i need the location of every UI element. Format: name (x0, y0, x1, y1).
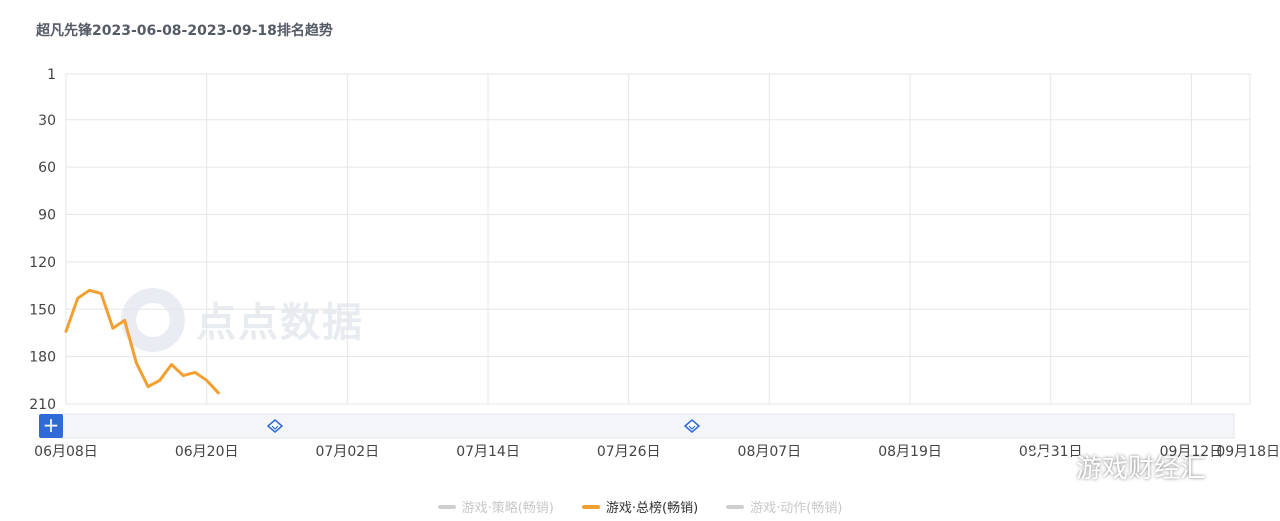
x-tick-label: 07月14日 (456, 444, 520, 460)
brand-watermark: 游戏财经汇 (1020, 446, 1206, 486)
x-tick-label: 08月19日 (878, 444, 942, 460)
zoom-track[interactable] (61, 413, 1235, 439)
plot-border (65, 73, 1251, 405)
data-point[interactable] (110, 326, 115, 331)
data-point[interactable] (157, 378, 162, 383)
watermark-text: 点点数据 (196, 300, 364, 346)
x-tick-label: 09月18日 (1216, 444, 1280, 460)
data-point[interactable] (169, 362, 174, 367)
y-axis: 1 30 60 90 120 150 180 210 (29, 67, 56, 413)
y-tick-label: 30 (38, 113, 56, 129)
data-point[interactable] (216, 390, 221, 395)
data-point[interactable] (75, 296, 80, 301)
legend-swatch-icon (437, 504, 456, 509)
legend-label: 游戏·策略(畅销) (461, 501, 554, 516)
x-tick-label: 07月02日 (316, 444, 380, 460)
legend-swatch-icon (581, 504, 600, 509)
y-tick-label: 90 (38, 208, 56, 224)
y-tick-label: 60 (38, 160, 56, 176)
chart-canvas: 点点数据 1 30 60 90 120 150 180 210 + 06月08日 06月20日 0… (29, 67, 1280, 460)
y-tick-label: 150 (29, 302, 56, 318)
data-point[interactable] (122, 318, 127, 323)
x-tick-label: 08月07日 (738, 444, 802, 460)
data-zoom-slider[interactable]: + (39, 413, 1235, 439)
y-tick-label: 1 (47, 67, 56, 83)
legend-item-strategy[interactable]: 游戏·策略(畅销) (437, 497, 554, 516)
legend-item-overall[interactable]: 游戏·总榜(畅销) (581, 497, 699, 516)
legend-label: 游戏·动作(畅销) (750, 501, 843, 516)
x-tick-label: 07月26日 (597, 444, 661, 460)
data-point[interactable] (99, 291, 104, 296)
y-tick-label: 180 (29, 350, 56, 366)
x-tick-label: 06月08日 (34, 444, 98, 460)
legend-swatch-icon (726, 504, 745, 509)
data-point[interactable] (204, 378, 209, 383)
data-point[interactable] (134, 360, 139, 365)
data-point[interactable] (192, 370, 197, 375)
data-point[interactable] (146, 384, 151, 389)
zoom-add-icon: + (43, 413, 60, 437)
data-point[interactable] (64, 329, 69, 334)
legend: 游戏·策略(畅销) 游戏·总榜(畅销) 游戏·动作(畅销) (0, 497, 1280, 516)
grid (65, 73, 1251, 405)
legend-label: 游戏·总榜(畅销) (605, 501, 699, 516)
wechat-icon (1021, 449, 1065, 482)
watermark: 点点数据 (121, 288, 364, 352)
legend-item-action[interactable]: 游戏·动作(畅销) (726, 497, 842, 516)
brand-text: 游戏财经汇 (1076, 453, 1207, 484)
data-point[interactable] (181, 373, 186, 378)
y-tick-label: 120 (29, 255, 56, 271)
x-tick-label: 06月20日 (175, 444, 239, 460)
data-point[interactable] (87, 288, 92, 293)
y-tick-label: 210 (29, 397, 56, 413)
